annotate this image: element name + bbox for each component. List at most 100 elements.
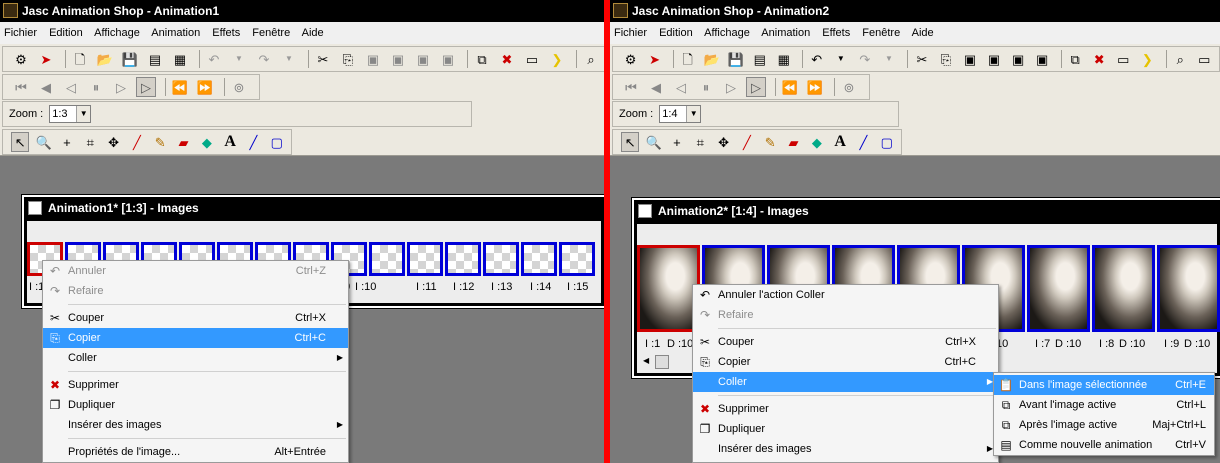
scissors-icon[interactable]: ✂ <box>912 49 931 69</box>
menu-aide[interactable]: Aide <box>302 27 324 39</box>
horizontal-scrollbar[interactable]: ◀ <box>643 354 683 370</box>
crop-tool-icon[interactable]: ⌗ <box>691 132 709 152</box>
menu-aide[interactable]: Aide <box>912 27 934 39</box>
prev-icon[interactable]: ◀ <box>36 77 56 97</box>
pause-icon[interactable]: ⏸ <box>86 77 106 97</box>
menu-item-copier[interactable]: ⎘ Copier Ctrl+C <box>43 328 348 348</box>
step-forward-icon[interactable]: ▷ <box>111 77 131 97</box>
menu-item-refaire[interactable]: ↷ Refaire <box>693 305 998 325</box>
dropper-icon[interactable]: ╱ <box>738 132 756 152</box>
menu-item-inserer-des-images[interactable]: Insérer des images ▶ <box>693 439 998 459</box>
delete-x-icon[interactable]: ✖ <box>497 49 517 69</box>
play-icon[interactable]: ▷ <box>746 77 766 97</box>
text-tool-icon[interactable]: A <box>221 132 239 152</box>
wizard-icon[interactable]: ⚙ <box>11 49 31 69</box>
brush-icon[interactable]: ✎ <box>151 132 169 152</box>
dropper-icon[interactable]: ╱ <box>128 132 146 152</box>
menu-affichage[interactable]: Affichage <box>94 27 140 39</box>
move-tool-icon[interactable]: ✥ <box>104 132 122 152</box>
chevron-down-icon[interactable]: ▼ <box>279 49 299 69</box>
fill-icon[interactable]: ◆ <box>808 132 826 152</box>
frame-thumbnail[interactable] <box>1157 245 1220 332</box>
first-frame-icon[interactable]: ⏮ <box>11 77 31 97</box>
view-icon[interactable]: ⌕ <box>1171 49 1190 69</box>
chevron-down-icon[interactable]: ▼ <box>879 49 898 69</box>
rectangle-tool-icon[interactable]: ▢ <box>878 132 896 152</box>
export-icon[interactable]: ▦ <box>170 49 190 69</box>
step-back-icon[interactable]: ◁ <box>61 77 81 97</box>
effects-icon[interactable]: ❯ <box>1138 49 1157 69</box>
export-icon[interactable]: ▦ <box>774 49 793 69</box>
scroll-left-icon[interactable]: ◀ <box>643 356 649 365</box>
save-icon[interactable]: 💾 <box>726 49 745 69</box>
menu-item-dupliquer[interactable]: ❐ Dupliquer <box>43 395 348 415</box>
frame-thumbnail[interactable] <box>559 242 595 276</box>
copy-icon[interactable]: ⎘ <box>338 49 358 69</box>
menu-item-couper[interactable]: ✂ Couper Ctrl+X <box>693 332 998 352</box>
step-back-icon[interactable]: ◁ <box>671 77 691 97</box>
line-tool-icon[interactable]: ╱ <box>244 132 262 152</box>
frame-props-icon[interactable]: ▭ <box>522 49 542 69</box>
move-tool-icon[interactable]: ✥ <box>714 132 732 152</box>
copy-icon[interactable]: ⎘ <box>936 49 955 69</box>
menu-fichier[interactable]: Fichier <box>4 27 37 39</box>
wizard-icon[interactable]: ⚙ <box>621 49 640 69</box>
prev-icon[interactable]: ◀ <box>646 77 666 97</box>
view-icon[interactable]: ⌕ <box>581 49 601 69</box>
zoom-select[interactable]: 1:3 ▼ <box>49 105 92 123</box>
menu-effets[interactable]: Effets <box>212 27 240 39</box>
undo-icon[interactable]: ↶ <box>204 49 224 69</box>
frame-thumbnail[interactable] <box>521 242 557 276</box>
frame-props-icon[interactable]: ▭ <box>1114 49 1133 69</box>
rectangle-tool-icon[interactable]: ▢ <box>268 132 286 152</box>
menu-animation[interactable]: Animation <box>761 27 810 39</box>
crosshair-icon[interactable]: + <box>668 132 686 152</box>
pause-icon[interactable]: ⏸ <box>696 77 716 97</box>
new-icon[interactable]: 🗋 <box>678 49 697 69</box>
eraser-icon[interactable]: ▰ <box>174 132 192 152</box>
open-icon[interactable]: 📂 <box>95 49 115 69</box>
next-key-icon[interactable]: ⏩ <box>805 77 825 97</box>
open-icon[interactable]: 📂 <box>702 49 721 69</box>
menu-item-inserer-des-images[interactable]: Insérer des images ▶ <box>43 415 348 435</box>
save-icon[interactable]: 💾 <box>120 49 140 69</box>
prev-key-icon[interactable]: ⏪ <box>780 77 800 97</box>
frame-thumbnail[interactable] <box>1092 245 1155 332</box>
banner-wizard-icon[interactable]: ➤ <box>36 49 56 69</box>
zoom-select[interactable]: 1:4 ▼ <box>659 105 702 123</box>
paste-icon[interactable]: ▣ <box>960 49 979 69</box>
next-key-icon[interactable]: ⏩ <box>195 77 215 97</box>
paste-icon[interactable]: ▣ <box>363 49 383 69</box>
text-tool-icon[interactable]: A <box>831 132 849 152</box>
frame-thumbnail[interactable] <box>407 242 443 276</box>
banner-wizard-icon[interactable]: ➤ <box>645 49 664 69</box>
scroll-thumb[interactable] <box>655 355 669 369</box>
frame-thumbnail[interactable] <box>369 242 405 276</box>
effects-icon[interactable]: ❯ <box>547 49 567 69</box>
crop-icon[interactable]: ⧉ <box>472 49 492 69</box>
redo-icon[interactable]: ↷ <box>254 49 274 69</box>
first-frame-icon[interactable]: ⏮ <box>621 77 641 97</box>
view-2-icon[interactable]: ▭ <box>1195 49 1214 69</box>
brush-icon[interactable]: ✎ <box>761 132 779 152</box>
zoom-tool-icon[interactable]: 🔍 <box>34 132 52 152</box>
chevron-down-icon[interactable]: ▼ <box>229 49 249 69</box>
loop-icon[interactable]: ⊚ <box>229 77 249 97</box>
print-icon[interactable]: ▤ <box>750 49 769 69</box>
play-icon[interactable]: ▷ <box>136 77 156 97</box>
menu-animation[interactable]: Animation <box>151 27 200 39</box>
menu-item-couper[interactable]: ✂ Couper Ctrl+X <box>43 308 348 328</box>
menu-fichier[interactable]: Fichier <box>614 27 647 39</box>
paste-before-icon[interactable]: ▣ <box>1009 49 1028 69</box>
chevron-down-icon[interactable]: ▼ <box>831 49 850 69</box>
menu-edition[interactable]: Edition <box>659 27 693 39</box>
paste-after-icon[interactable]: ▣ <box>1033 49 1052 69</box>
scissors-icon[interactable]: ✂ <box>313 49 333 69</box>
menu-fenetre[interactable]: Fenêtre <box>252 27 290 39</box>
line-tool-icon[interactable]: ╱ <box>854 132 872 152</box>
undo-icon[interactable]: ↶ <box>807 49 826 69</box>
menu-item-annuler[interactable]: ↶ Annuler Ctrl+Z <box>43 261 348 281</box>
menu-item-copier[interactable]: ⎘ Copier Ctrl+C <box>693 352 998 372</box>
menu-edition[interactable]: Edition <box>49 27 83 39</box>
paste-new-icon[interactable]: ▣ <box>388 49 408 69</box>
